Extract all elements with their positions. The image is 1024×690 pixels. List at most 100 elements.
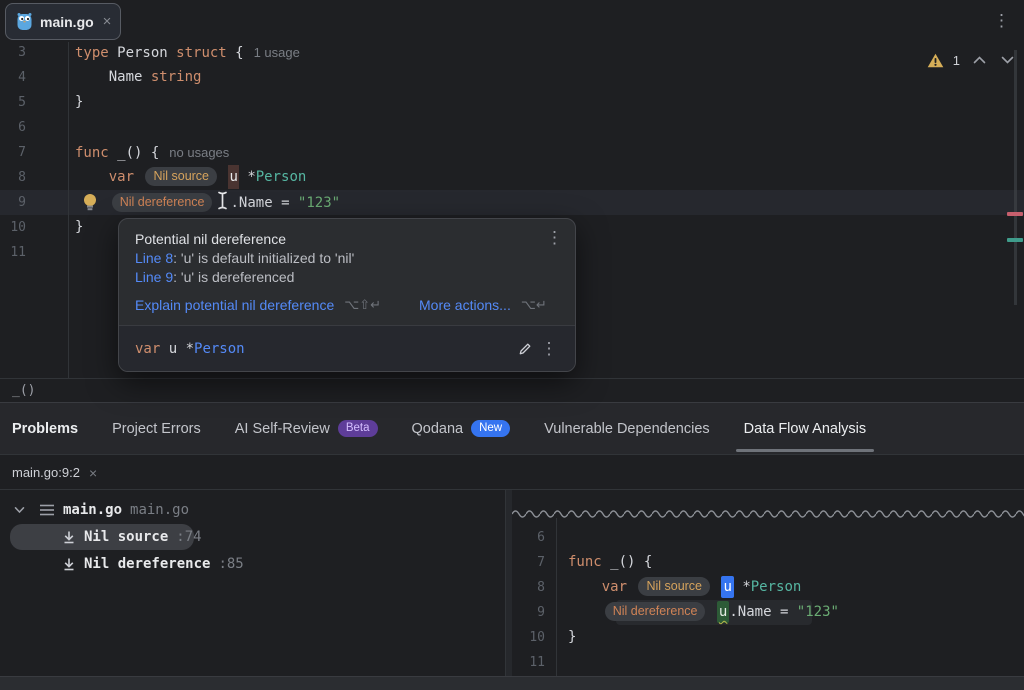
nil-source-marker-icon [62, 530, 76, 545]
tab-qodana[interactable]: Qodana New [412, 403, 511, 454]
popup-code-kebab-icon[interactable]: ⋮ [537, 337, 561, 361]
warning-icon [927, 53, 944, 68]
code-token: var [109, 169, 143, 185]
code-token: _() { [109, 145, 160, 161]
preview-line-9[interactable]: Nil dereference u.Name = "123" [568, 600, 839, 625]
code-line-5[interactable]: } [75, 90, 83, 115]
popup-line-8-message: Line 8: 'u' is default initialized to 'n… [135, 249, 559, 268]
edit-pencil-icon[interactable] [513, 337, 537, 361]
prev-problem-icon[interactable] [973, 56, 986, 64]
preview-gutter-separator [556, 518, 557, 676]
code-token: no usages [169, 145, 229, 160]
editor-pane: main.go × ⋮ 3 4 5 6 7 8 9 10 11 type Per… [0, 0, 1024, 378]
popup-var-declaration: var u *Person [135, 341, 245, 357]
code-token: func [568, 554, 602, 570]
preview-line-8[interactable]: var Nil source u *Person [568, 575, 801, 600]
code-token: } [75, 94, 83, 110]
tree-file-name: main.go [63, 502, 122, 518]
line-number: 7 [0, 140, 26, 165]
next-problem-icon[interactable] [1001, 56, 1014, 64]
code-token: Nil dereference [605, 602, 706, 621]
folded-region-wave [512, 506, 1024, 518]
tab-project-errors[interactable]: Project Errors [112, 403, 201, 454]
line-9-text: : 'u' is dereferenced [173, 269, 294, 285]
tree-row-nil-source[interactable]: Nil source :74 [0, 524, 202, 550]
code-token: type [75, 45, 109, 61]
preview-line-10[interactable]: } [568, 625, 576, 650]
go-gopher-icon [16, 12, 33, 31]
preview-line-7[interactable]: func _() { [568, 550, 652, 575]
panel-splitter[interactable] [505, 490, 512, 676]
tree-row-nil-dereference[interactable]: Nil dereference :85 [0, 551, 244, 577]
line-8-link[interactable]: Line 8 [135, 250, 173, 266]
tree-item-offset: :85 [218, 556, 243, 572]
status-bar [0, 676, 1024, 690]
tab-data-flow-analysis[interactable]: Data Flow Analysis [744, 403, 867, 454]
more-actions-shortcut: ⌥↵ [521, 296, 547, 315]
tab-ai-self-review[interactable]: AI Self-Review Beta [235, 403, 378, 454]
code-token: "123" [298, 195, 340, 211]
code-line-3[interactable]: type Person struct {1 usage [75, 40, 300, 65]
code-token: Nil source [638, 577, 710, 596]
code-token: .Name [729, 604, 780, 620]
editor-options-kebab-icon[interactable]: ⋮ [993, 12, 1010, 29]
tree-row-file[interactable]: main.go main.go [0, 497, 189, 523]
code-token: u [228, 165, 238, 189]
more-actions-link[interactable]: More actions... [419, 296, 511, 315]
chevron-down-icon[interactable] [14, 506, 25, 514]
code-line-9[interactable]: Nil dereference.Name = "123" [75, 190, 340, 215]
explain-nil-dereference-link[interactable]: Explain potential nil dereference [135, 296, 334, 315]
code-token: Nil source [145, 167, 217, 186]
line-number: 3 [0, 40, 26, 65]
line-number: 8 [0, 165, 26, 190]
code-token: Person [751, 579, 802, 595]
code-line-10[interactable]: } [75, 215, 83, 240]
code-line-4[interactable]: Name string [75, 65, 201, 90]
doc-tab-main-go-9-2[interactable]: main.go:9:2 [12, 465, 80, 480]
doc-tab-close-icon[interactable]: × [89, 465, 97, 481]
editor-scrollbar[interactable] [1014, 50, 1017, 305]
code-token: Person [194, 341, 245, 357]
line-number: 11 [512, 650, 545, 675]
code-token: = [281, 195, 298, 211]
code-token: 1 usage [254, 45, 300, 60]
code-token: func [75, 145, 109, 161]
code-token: { [227, 45, 244, 61]
ok-stripe-mark[interactable] [1007, 238, 1023, 242]
breadcrumb[interactable]: _() [12, 383, 35, 398]
line-number: 11 [0, 240, 26, 265]
popup-line-9-message: Line 9: 'u' is dereferenced [135, 268, 559, 287]
popup-kebab-icon[interactable]: ⋮ [546, 229, 563, 246]
line-number: 5 [0, 90, 26, 115]
code-token [568, 604, 602, 620]
new-badge: New [471, 420, 510, 437]
code-token [708, 604, 716, 620]
editor-tab-main-go[interactable]: main.go × [5, 3, 121, 40]
code-preview-pane: 6 7 8 9 10 11 func _() { var Nil source … [512, 490, 1024, 676]
tree-item-label: Nil source [84, 529, 168, 545]
line-number: 10 [0, 215, 26, 240]
tab-close-icon[interactable]: × [103, 13, 112, 30]
dfa-tooltip-popup: Potential nil dereference Line 8: 'u' is… [118, 218, 576, 372]
code-token: var [135, 341, 169, 357]
tab-problems[interactable]: Problems [12, 403, 78, 454]
code-token: * [186, 341, 194, 357]
tab-vulnerable-dependencies[interactable]: Vulnerable Dependencies [544, 403, 710, 454]
code-line-8[interactable]: var Nil source u *Person [75, 165, 306, 190]
code-token: Nil dereference [112, 193, 213, 212]
code-line-7[interactable]: func _() { no usages [75, 140, 229, 165]
line-number: 7 [512, 550, 545, 575]
code-token: struct [176, 45, 227, 61]
line-8-text: : 'u' is default initialized to 'nil' [173, 250, 354, 266]
beta-badge: Beta [338, 420, 378, 437]
code-token: * [239, 169, 256, 185]
line-9-link[interactable]: Line 9 [135, 269, 173, 285]
editor-tab-title: main.go [40, 14, 94, 30]
editor-tab-bar: main.go × ⋮ [0, 0, 1024, 42]
error-stripe-mark[interactable] [1007, 212, 1023, 216]
tab-label: AI Self-Review [235, 421, 330, 437]
line-number: 8 [512, 575, 545, 600]
code-token: = [780, 604, 797, 620]
intention-lightbulb-icon[interactable] [81, 192, 99, 213]
tab-label: Problems [12, 421, 78, 437]
